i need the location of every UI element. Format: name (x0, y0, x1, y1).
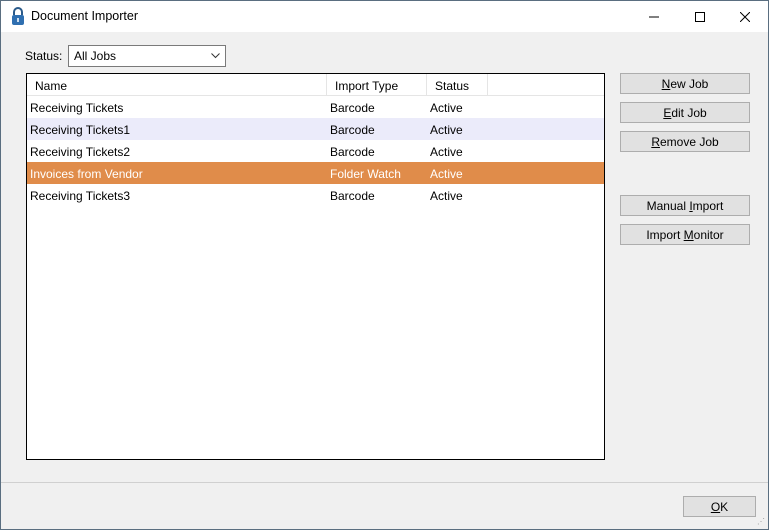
cell-status: Active (430, 167, 463, 181)
minimize-icon (649, 16, 659, 17)
label: emove Job (659, 135, 719, 149)
mnemonic: N (661, 77, 671, 91)
window-title: Document Importer (31, 9, 138, 23)
cell-status: Active (430, 145, 463, 159)
cell-type: Folder Watch (330, 167, 401, 181)
status-label: Status: (25, 49, 63, 63)
cell-status: Active (430, 189, 463, 203)
close-button[interactable] (722, 1, 768, 32)
cell-status: Active (430, 101, 463, 115)
close-icon (740, 11, 750, 22)
jobs-list[interactable]: Name Import Type Status Receiving Ticket… (26, 73, 605, 460)
edit-job-button[interactable]: Edit Job (620, 102, 750, 123)
cell-type: Barcode (330, 189, 375, 203)
manual-import-button[interactable]: Manual Import (620, 195, 750, 216)
label: K (720, 500, 729, 514)
cell-type: Barcode (330, 101, 375, 115)
status-dropdown[interactable]: All Jobs (68, 45, 226, 67)
column-header-status[interactable]: Status (427, 74, 488, 95)
label: onitor (693, 228, 724, 242)
maximize-icon (695, 11, 705, 22)
label: Manual (646, 199, 690, 213)
table-row[interactable]: Receiving Tickets Barcode Active (27, 96, 604, 118)
table-row[interactable]: Receiving Tickets1 Barcode Active (27, 118, 604, 140)
table-row[interactable]: Receiving Tickets2 Barcode Active (27, 140, 604, 162)
cell-name: Invoices from Vendor (30, 167, 143, 181)
new-job-button[interactable]: New Job (620, 73, 750, 94)
cell-type: Barcode (330, 145, 375, 159)
label: ew Job (670, 77, 709, 91)
cell-name: Receiving Tickets1 (30, 123, 131, 137)
resize-grip[interactable]: ⋰ (757, 517, 765, 526)
ok-button[interactable]: OK (683, 496, 756, 517)
cell-name: Receiving Tickets2 (30, 145, 131, 159)
column-header-import-type[interactable]: Import Type (327, 74, 427, 95)
divider (1, 482, 768, 483)
minimize-button[interactable] (631, 1, 677, 32)
table-row[interactable]: Invoices from Vendor Folder Watch Active (27, 162, 604, 184)
maximize-button[interactable] (677, 1, 723, 32)
cell-name: Receiving Tickets (30, 101, 124, 115)
mnemonic: M (683, 228, 694, 242)
table-row[interactable]: Receiving Tickets3 Barcode Active (27, 184, 604, 206)
label: mport (692, 199, 724, 213)
title-bar: Document Importer (1, 1, 768, 32)
remove-job-button[interactable]: Remove Job (620, 131, 750, 152)
list-header: Name Import Type Status (27, 74, 604, 96)
mnemonic: O (710, 500, 721, 514)
chevron-down-icon (211, 53, 220, 59)
label: Import (646, 228, 684, 242)
cell-name: Receiving Tickets3 (30, 189, 131, 203)
cell-status: Active (430, 123, 463, 137)
cell-type: Barcode (330, 123, 375, 137)
mnemonic: R (651, 135, 660, 149)
lock-icon (12, 7, 24, 25)
document-importer-window: Document Importer Status: All Jobs Name … (0, 0, 769, 530)
column-header-name[interactable]: Name (27, 74, 327, 95)
label: dit Job (671, 106, 707, 120)
status-dropdown-value: All Jobs (74, 49, 117, 63)
import-monitor-button[interactable]: Import Monitor (620, 224, 750, 245)
